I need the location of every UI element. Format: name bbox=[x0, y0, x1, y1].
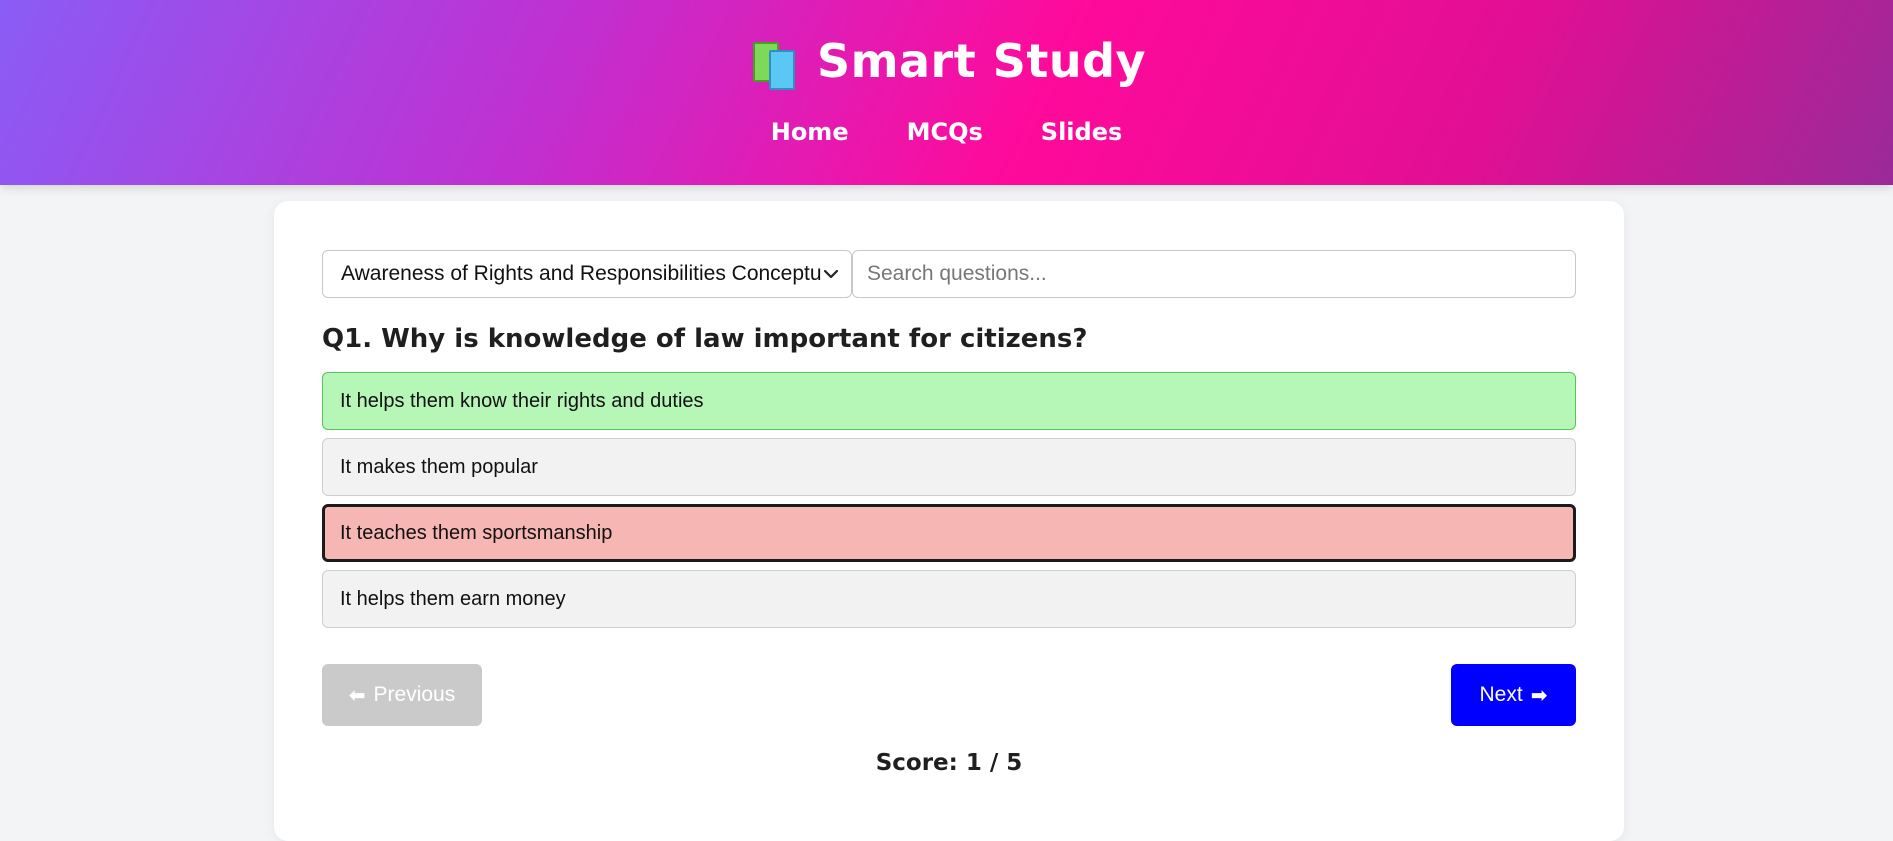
option[interactable]: It makes them popular bbox=[322, 438, 1576, 496]
option-selected-wrong[interactable]: It teaches them sportsmanship bbox=[322, 504, 1576, 562]
answer-options: It helps them know their rights and duti… bbox=[322, 372, 1576, 636]
brand: Smart Study bbox=[0, 34, 1893, 90]
quiz-controls: Awareness of Rights and Responsibilities… bbox=[322, 250, 1576, 298]
next-button-label: Next bbox=[1479, 683, 1523, 706]
previous-button-label: Previous bbox=[373, 683, 456, 706]
next-button[interactable]: Next ➡ bbox=[1451, 664, 1576, 726]
option-correct[interactable]: It helps them know their rights and duti… bbox=[322, 372, 1576, 430]
score-display: Score: 1 / 5 bbox=[875, 750, 1023, 776]
arrow-left-icon: ⬅ bbox=[348, 683, 366, 707]
search-field[interactable] bbox=[852, 250, 1576, 298]
site-title: Smart Study bbox=[816, 34, 1147, 88]
question-text: Q1. Why is knowledge of law important fo… bbox=[322, 324, 1088, 354]
app-header: Smart Study Home MCQs Slides bbox=[0, 0, 1893, 185]
quiz-card: Awareness of Rights and Responsibilities… bbox=[274, 201, 1624, 841]
topic-select[interactable]: Awareness of Rights and Responsibilities… bbox=[322, 250, 852, 298]
chevron-down-icon bbox=[821, 264, 841, 284]
search-input[interactable] bbox=[865, 261, 1575, 287]
topic-select-value: Awareness of Rights and Responsibilities… bbox=[341, 262, 821, 285]
nav-slides-link[interactable]: Slides bbox=[1041, 118, 1122, 146]
nav-home-link[interactable]: Home bbox=[771, 118, 849, 146]
previous-button[interactable]: ⬅ Previous bbox=[322, 664, 482, 726]
main-nav: Home MCQs Slides bbox=[0, 118, 1893, 146]
nav-mcqs-link[interactable]: MCQs bbox=[907, 118, 983, 146]
option[interactable]: It helps them earn money bbox=[322, 570, 1576, 628]
arrow-right-icon: ➡ bbox=[1530, 683, 1548, 707]
books-icon bbox=[747, 38, 799, 90]
